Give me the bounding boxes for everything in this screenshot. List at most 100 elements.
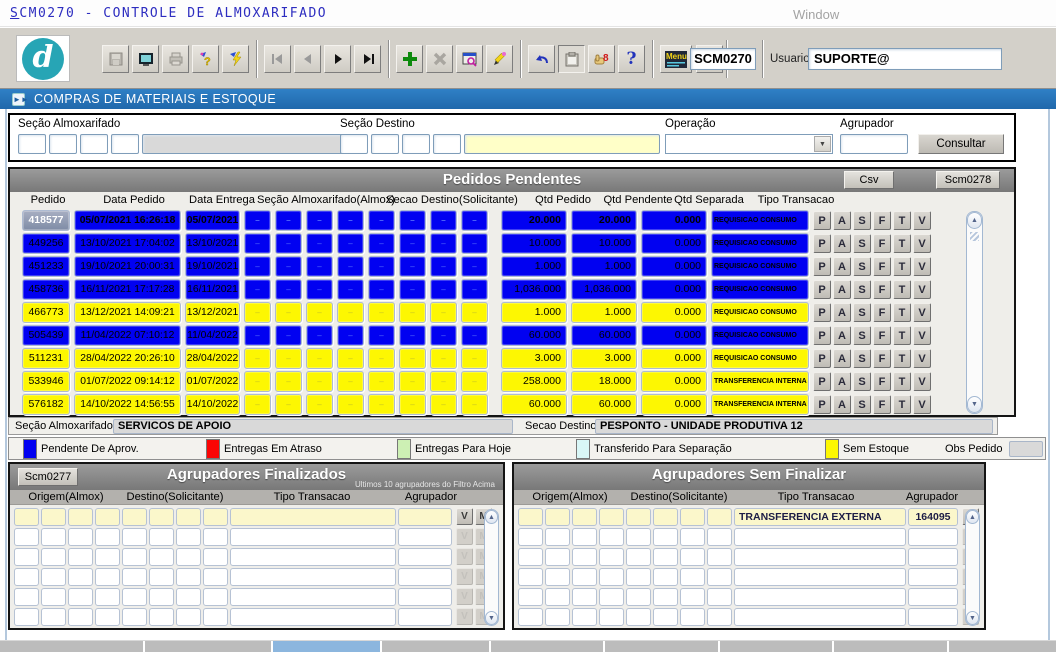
origem-cell[interactable] <box>41 508 66 526</box>
agrupador-cell[interactable] <box>908 588 958 606</box>
origem-cell[interactable] <box>599 508 624 526</box>
tipo-transacao-cell[interactable]: TRANSFERENCIA INTERNA <box>711 394 809 415</box>
row-button-p[interactable]: P <box>813 349 831 368</box>
destino-cell[interactable] <box>626 508 651 526</box>
destino-cell[interactable] <box>149 528 174 546</box>
secao-almox-cell[interactable] <box>306 371 333 392</box>
qtd-pedido-cell[interactable]: 1,036.000 <box>501 279 567 300</box>
secao-destino-cell[interactable] <box>368 256 395 277</box>
data-entrega-cell[interactable]: 13/10/2021 <box>185 233 240 254</box>
secao-almox-cell[interactable] <box>275 233 302 254</box>
bottom-tab[interactable] <box>491 641 604 652</box>
origem-cell[interactable] <box>14 568 39 586</box>
row-button-f[interactable]: F <box>873 257 891 276</box>
secao-almox-cell[interactable] <box>337 210 364 231</box>
secao-almox-cell[interactable] <box>275 348 302 369</box>
destino-cell[interactable] <box>626 568 651 586</box>
window-menu[interactable]: Window <box>793 7 839 22</box>
row-button-v[interactable]: V <box>456 528 473 545</box>
pedidos-scrollbar[interactable]: ▲ ▼ <box>966 211 983 414</box>
origem-cell[interactable] <box>572 588 597 606</box>
pedido-cell[interactable]: 451233 <box>22 256 70 277</box>
agrupador-cell[interactable] <box>908 548 958 566</box>
destino-cell[interactable] <box>203 528 228 546</box>
row-button-f[interactable]: F <box>873 234 891 253</box>
qtd-separada-cell[interactable]: 0.000 <box>641 279 707 300</box>
qtd-separada-cell[interactable]: 0.000 <box>641 394 707 415</box>
destino-cell[interactable] <box>176 588 201 606</box>
origem-cell[interactable] <box>41 568 66 586</box>
pedido-cell[interactable]: 458736 <box>22 279 70 300</box>
screen-button[interactable] <box>132 45 159 73</box>
row-button-p[interactable]: P <box>813 211 831 230</box>
agrupador-cell[interactable] <box>908 528 958 546</box>
scroll-down-icon[interactable]: ▼ <box>485 611 498 625</box>
origem-cell[interactable] <box>68 588 93 606</box>
secao-almox-cell[interactable] <box>275 371 302 392</box>
secao-destino-cell[interactable] <box>430 394 457 415</box>
destino-cell[interactable] <box>680 568 705 586</box>
destino-cell[interactable] <box>176 528 201 546</box>
origem-cell[interactable] <box>545 568 570 586</box>
qtd-pendente-cell[interactable]: 60.000 <box>571 394 637 415</box>
destino-cell[interactable] <box>626 548 651 566</box>
menu-button[interactable]: Menu <box>660 45 692 73</box>
secao-destino-cell[interactable] <box>368 394 395 415</box>
row-button-t[interactable]: T <box>893 303 911 322</box>
row-button-f[interactable]: F <box>873 395 891 414</box>
destino-cell[interactable] <box>680 528 705 546</box>
secao-destino-cell[interactable] <box>368 348 395 369</box>
origem-cell[interactable] <box>95 568 120 586</box>
row-button-v[interactable]: V <box>913 372 931 391</box>
secao-destino-cell[interactable] <box>430 325 457 346</box>
secao-destino-cell[interactable] <box>368 210 395 231</box>
tipo-transacao-cell[interactable]: TRANSFERENCIA EXTERNA <box>734 508 906 526</box>
origem-cell[interactable] <box>599 588 624 606</box>
secao-almox-cell[interactable] <box>306 325 333 346</box>
agrupador-cell[interactable] <box>398 528 452 546</box>
row-button-p[interactable]: P <box>813 257 831 276</box>
origem-cell[interactable] <box>41 608 66 626</box>
agrupador-cell[interactable] <box>398 588 452 606</box>
origem-cell[interactable] <box>572 608 597 626</box>
data-entrega-cell[interactable]: 05/07/2021 <box>185 210 240 231</box>
bottom-tab[interactable] <box>720 641 833 652</box>
scm0277-button[interactable]: Scm0277 <box>18 468 78 486</box>
destino-cell[interactable] <box>149 548 174 566</box>
destino-cell[interactable] <box>707 568 732 586</box>
row-button-v[interactable]: V <box>913 395 931 414</box>
row-button-s[interactable]: S <box>853 372 871 391</box>
chevron-down-icon[interactable]: ▼ <box>814 136 831 152</box>
qtd-separada-cell[interactable]: 0.000 <box>641 210 707 231</box>
destino-cell[interactable] <box>653 548 678 566</box>
secao-almox-cell[interactable] <box>244 279 271 300</box>
data-pedido-cell[interactable]: 14/10/2022 14:56:55 <box>74 394 181 415</box>
data-pedido-cell[interactable]: 11/04/2022 07:10:12 <box>74 325 181 346</box>
tipo-transacao-cell[interactable] <box>230 608 396 626</box>
previous-record-button[interactable] <box>294 45 321 73</box>
qtd-pendente-cell[interactable]: 3.000 <box>571 348 637 369</box>
secao-almox-cell[interactable] <box>337 279 364 300</box>
secao-destino-cell[interactable] <box>430 279 457 300</box>
row-button-f[interactable]: F <box>873 280 891 299</box>
secao-almox-input-1[interactable] <box>18 134 46 154</box>
data-pedido-cell[interactable]: 19/10/2021 20:00:31 <box>74 256 181 277</box>
add-record-button[interactable] <box>396 45 423 73</box>
secao-destino-cell[interactable] <box>399 302 426 323</box>
secao-almox-input-3[interactable] <box>80 134 108 154</box>
destino-cell[interactable] <box>707 528 732 546</box>
destino-cell[interactable] <box>176 548 201 566</box>
agrupador-cell[interactable] <box>908 568 958 586</box>
destino-cell[interactable] <box>680 608 705 626</box>
row-button-t[interactable]: T <box>893 257 911 276</box>
origem-cell[interactable] <box>95 528 120 546</box>
secao-destino-cell[interactable] <box>461 302 488 323</box>
qtd-pendente-cell[interactable]: 1.000 <box>571 302 637 323</box>
pedido-cell[interactable]: 533946 <box>22 371 70 392</box>
secao-destino-cell[interactable] <box>399 325 426 346</box>
consultar-button[interactable]: Consultar <box>918 134 1004 154</box>
secao-destino-desc-field[interactable] <box>464 134 660 154</box>
destino-cell[interactable] <box>203 588 228 606</box>
destino-cell[interactable] <box>203 548 228 566</box>
secao-destino-cell[interactable] <box>399 394 426 415</box>
